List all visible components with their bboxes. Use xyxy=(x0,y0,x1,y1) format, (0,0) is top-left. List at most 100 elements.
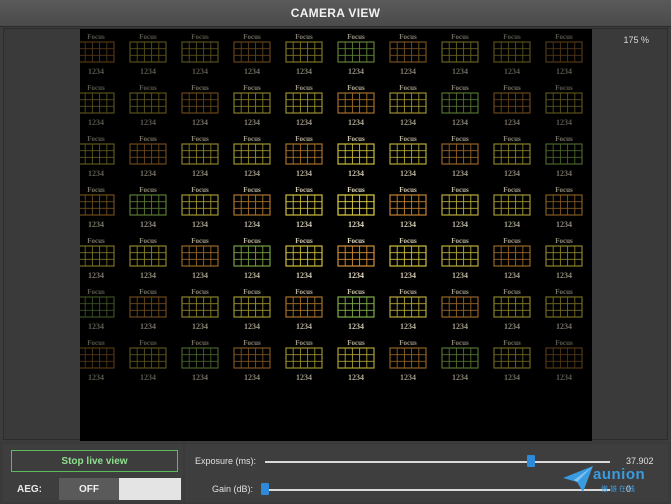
focus-target-cell: Focus 1234 xyxy=(337,186,375,229)
aeg-toggle-thumb xyxy=(119,478,181,500)
focus-target-cell: Focus 1234 xyxy=(80,339,115,382)
svg-text:1234: 1234 xyxy=(244,169,260,178)
aeg-state-label: OFF xyxy=(59,478,119,500)
focus-target-cell: Focus 1234 xyxy=(337,288,375,331)
svg-text:1234: 1234 xyxy=(504,271,520,280)
focus-target-cell: Focus 1234 xyxy=(285,339,323,382)
svg-text:Focus: Focus xyxy=(139,237,157,245)
svg-text:1234: 1234 xyxy=(348,322,364,331)
svg-text:1234: 1234 xyxy=(348,169,364,178)
focus-target-cell: Focus 1234 xyxy=(337,135,375,178)
focus-target-cell: Focus 1234 xyxy=(285,84,323,127)
svg-text:1234: 1234 xyxy=(88,373,104,382)
svg-text:1234: 1234 xyxy=(452,322,468,331)
focus-target-cell: Focus 1234 xyxy=(545,288,583,331)
focus-target-cell: Focus 1234 xyxy=(181,237,219,280)
svg-text:Focus: Focus xyxy=(243,135,261,143)
focus-target-cell: Focus 1234 xyxy=(493,33,531,76)
svg-text:1234: 1234 xyxy=(400,373,416,382)
focus-target-cell: Focus 1234 xyxy=(389,135,427,178)
svg-text:Focus: Focus xyxy=(451,135,469,143)
svg-text:Focus: Focus xyxy=(451,186,469,194)
control-bar: Stop live view AEG: OFF Exposure (ms): 3… xyxy=(0,442,671,504)
svg-text:Focus: Focus xyxy=(555,288,573,296)
svg-text:Focus: Focus xyxy=(191,288,209,296)
svg-text:Focus: Focus xyxy=(555,84,573,92)
stop-live-view-button[interactable]: Stop live view xyxy=(11,450,178,472)
focus-target-cell: Focus 1234 xyxy=(129,84,167,127)
svg-text:1234: 1234 xyxy=(348,118,364,127)
svg-text:Focus: Focus xyxy=(87,237,105,245)
svg-text:Focus: Focus xyxy=(295,135,313,143)
focus-target-cell: Focus 1234 xyxy=(545,186,583,229)
exposure-label: Exposure (ms): xyxy=(195,456,257,466)
svg-text:Focus: Focus xyxy=(399,237,417,245)
focus-target-cell: Focus 1234 xyxy=(181,84,219,127)
svg-text:Focus: Focus xyxy=(191,237,209,245)
focus-target-cell: Focus 1234 xyxy=(441,237,479,280)
gain-slider-thumb[interactable] xyxy=(261,483,269,495)
svg-text:1234: 1234 xyxy=(296,220,312,229)
focus-target-cell: Focus 1234 xyxy=(129,135,167,178)
svg-text:1234: 1234 xyxy=(556,373,572,382)
focus-target-cell: Focus 1234 xyxy=(285,288,323,331)
focus-target-cell: Focus 1234 xyxy=(441,288,479,331)
svg-text:1234: 1234 xyxy=(140,169,156,178)
svg-text:1234: 1234 xyxy=(452,118,468,127)
svg-text:Focus: Focus xyxy=(347,186,365,194)
svg-text:Focus: Focus xyxy=(555,237,573,245)
svg-text:Focus: Focus xyxy=(347,135,365,143)
svg-text:1234: 1234 xyxy=(140,220,156,229)
aeg-toggle[interactable]: OFF xyxy=(59,478,181,500)
focus-target-cell: Focus 1234 xyxy=(493,186,531,229)
focus-target-cell: Focus 1234 xyxy=(233,33,271,76)
svg-text:Focus: Focus xyxy=(139,84,157,92)
svg-text:1234: 1234 xyxy=(192,118,208,127)
svg-text:Focus: Focus xyxy=(399,186,417,194)
exposure-slider-track[interactable] xyxy=(265,461,610,463)
exposure-slider-thumb[interactable] xyxy=(526,455,535,467)
svg-text:Focus: Focus xyxy=(555,186,573,194)
svg-text:1234: 1234 xyxy=(88,67,104,76)
svg-text:1234: 1234 xyxy=(504,322,520,331)
focus-target-cell: Focus 1234 xyxy=(80,33,115,76)
svg-text:Focus: Focus xyxy=(451,84,469,92)
svg-text:1234: 1234 xyxy=(504,220,520,229)
svg-text:Focus: Focus xyxy=(87,339,105,347)
svg-text:1234: 1234 xyxy=(400,118,416,127)
svg-text:1234: 1234 xyxy=(556,220,572,229)
zoom-readout: 175 % xyxy=(623,35,649,45)
focus-target-cell: Focus 1234 xyxy=(80,135,115,178)
svg-text:1234: 1234 xyxy=(244,373,260,382)
focus-target-cell: Focus 1234 xyxy=(493,339,531,382)
aunion-watermark: aunion 傲 雄 在 线 xyxy=(561,464,661,498)
svg-text:1234: 1234 xyxy=(504,118,520,127)
svg-text:Focus: Focus xyxy=(399,135,417,143)
svg-text:1234: 1234 xyxy=(88,220,104,229)
svg-text:1234: 1234 xyxy=(452,67,468,76)
svg-text:1234: 1234 xyxy=(504,373,520,382)
svg-text:1234: 1234 xyxy=(192,373,208,382)
svg-text:Focus: Focus xyxy=(243,339,261,347)
svg-text:1234: 1234 xyxy=(296,169,312,178)
svg-text:1234: 1234 xyxy=(192,322,208,331)
svg-text:Focus: Focus xyxy=(503,84,521,92)
svg-text:1234: 1234 xyxy=(140,271,156,280)
focus-target-cell: Focus 1234 xyxy=(233,237,271,280)
svg-text:Focus: Focus xyxy=(139,33,157,41)
gain-slider-track[interactable] xyxy=(265,489,610,491)
svg-text:Focus: Focus xyxy=(295,237,313,245)
svg-text:1234: 1234 xyxy=(556,271,572,280)
live-view-panel: Stop live view AEG: OFF xyxy=(3,444,183,502)
svg-text:1234: 1234 xyxy=(192,67,208,76)
watermark-subtitle: 傲 雄 在 线 xyxy=(601,486,635,493)
svg-text:1234: 1234 xyxy=(192,169,208,178)
svg-text:Focus: Focus xyxy=(87,33,105,41)
focus-target-cell: Focus 1234 xyxy=(337,33,375,76)
focus-target-cell: Focus 1234 xyxy=(545,339,583,382)
svg-text:Focus: Focus xyxy=(191,339,209,347)
svg-text:Focus: Focus xyxy=(243,33,261,41)
svg-text:Focus: Focus xyxy=(347,84,365,92)
focus-target-cell: Focus 1234 xyxy=(337,84,375,127)
svg-text:Focus: Focus xyxy=(555,135,573,143)
